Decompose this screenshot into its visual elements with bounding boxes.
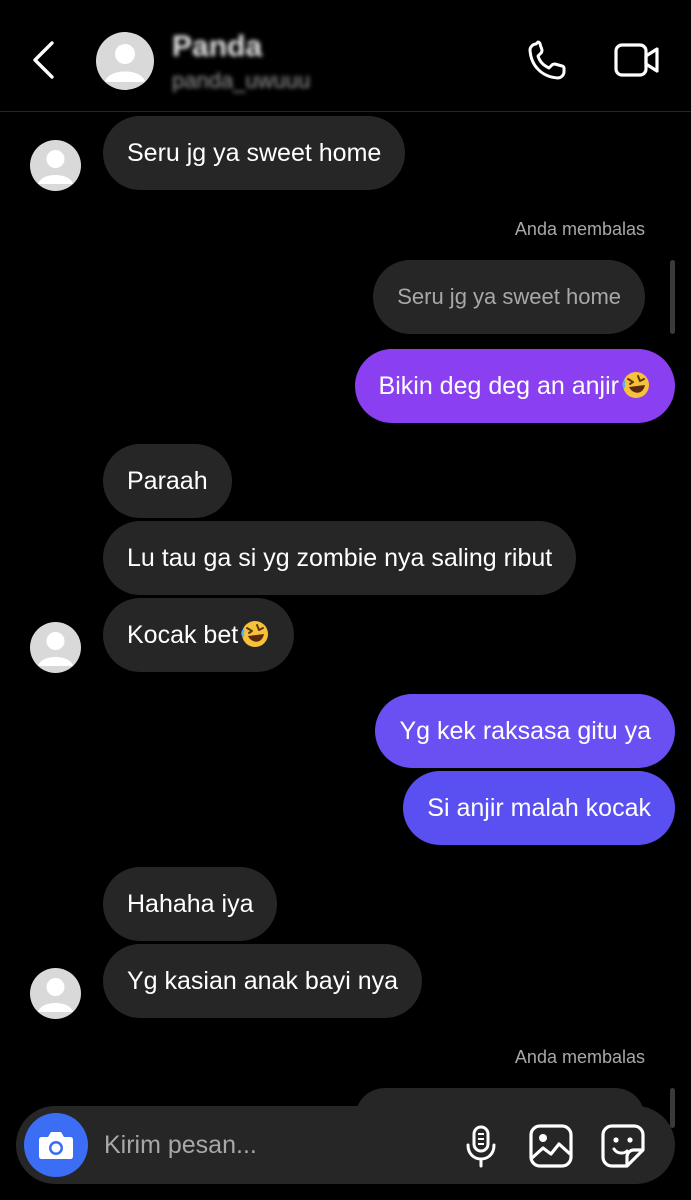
contact-name[interactable]: Panda (172, 30, 262, 64)
message-bubble-incoming[interactable]: Paraah (103, 444, 232, 518)
camera-button[interactable] (24, 1113, 88, 1177)
contact-username[interactable]: panda_uwuuu (172, 68, 310, 94)
camera-icon (39, 1132, 73, 1159)
message-bubble-incoming[interactable]: Yg kasian anak bayi nya (103, 944, 423, 1018)
message-text: Seru jg ya sweet home (397, 284, 621, 309)
message-text: Seru jg ya sweet home (127, 139, 382, 167)
message-text: Si anjir malah kocak (427, 794, 651, 822)
message-input[interactable]: Kirim pesan... (104, 1106, 257, 1184)
message-text: Yg kasian anak bayi nya (127, 967, 399, 995)
phone-icon[interactable] (522, 36, 572, 86)
reply-indicator (670, 260, 675, 334)
message-text: Lu tau ga si yg zombie nya saling ribut (127, 544, 553, 572)
avatar[interactable] (30, 968, 81, 1019)
chat-header: Panda panda_uwuuu (0, 0, 691, 112)
sticker-icon[interactable] (600, 1123, 646, 1169)
image-icon[interactable] (528, 1123, 574, 1169)
avatar[interactable] (30, 140, 81, 191)
message-bubble-outgoing[interactable]: Yg kek raksasa gitu ya (375, 694, 675, 768)
message-text: Paraah (127, 467, 208, 495)
message-bubble-outgoing[interactable]: Si anjir malah kocak (403, 771, 675, 845)
replied-label: Anda membalas (514, 1047, 645, 1067)
avatar[interactable] (30, 622, 81, 673)
replied-label: Anda membalas (514, 219, 645, 239)
message-text: Bikin deg deg an anjir (378, 372, 619, 400)
rofl-emoji-icon (622, 372, 649, 399)
message-bubble-incoming[interactable]: Seru jg ya sweet home (103, 116, 406, 190)
reply-indicator (670, 1088, 675, 1128)
message-text: Hahaha iya (127, 890, 254, 918)
replied-message-preview[interactable]: Seru jg ya sweet home (373, 260, 645, 334)
rofl-emoji-icon (241, 621, 269, 648)
message-bubble-incoming[interactable]: Hahaha iya (103, 867, 278, 941)
message-composer: Kirim pesan... (16, 1106, 675, 1184)
chevron-left-icon[interactable] (22, 38, 66, 82)
message-bubble-outgoing[interactable]: Bikin deg deg an anjir (354, 349, 675, 423)
message-bubble-incoming[interactable]: Kocak bet (103, 598, 295, 672)
microphone-icon[interactable] (458, 1123, 504, 1169)
message-text: Yg kek raksasa gitu ya (399, 717, 651, 745)
avatar[interactable] (96, 32, 154, 90)
message-text: Kocak bet (127, 621, 239, 649)
message-bubble-incoming[interactable]: Lu tau ga si yg zombie nya saling ribut (103, 521, 577, 595)
video-camera-icon[interactable] (612, 36, 662, 86)
